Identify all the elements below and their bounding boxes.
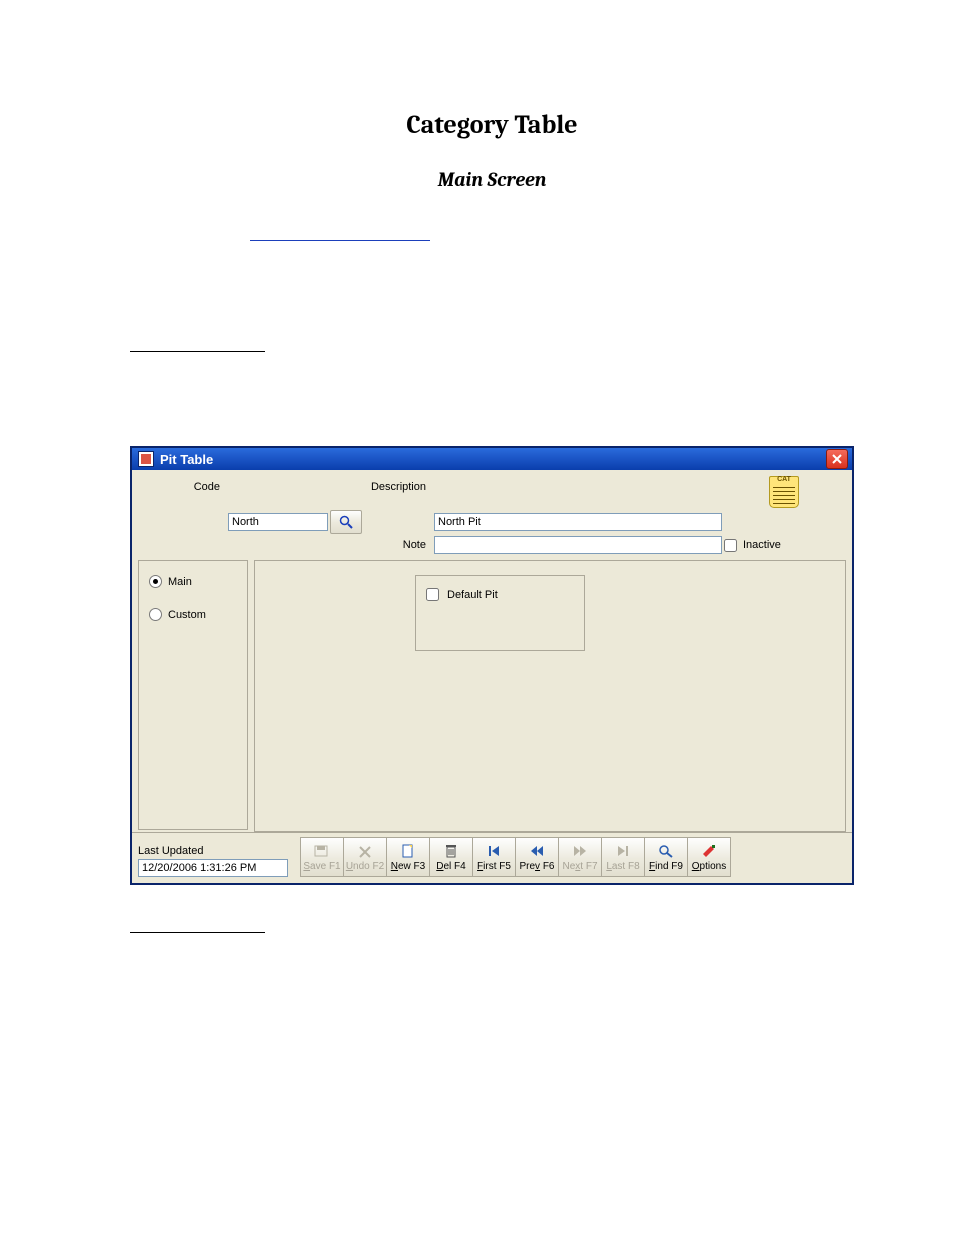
pit-table-window: Pit Table Code Description: [131, 447, 853, 884]
undo-icon: [357, 843, 373, 859]
prev-icon: [529, 843, 545, 859]
default-pit-group: Default Pit: [415, 575, 585, 651]
app-icon: [138, 451, 154, 467]
first-button[interactable]: First F5: [472, 837, 516, 877]
toolbar-button-label: Del F4: [436, 861, 465, 872]
last-button: Last F8: [601, 837, 645, 877]
tab-content: Default Pit: [254, 560, 846, 832]
find-button[interactable]: Find F9: [644, 837, 688, 877]
radio-icon: [149, 608, 162, 621]
next-button: Next F7: [558, 837, 602, 877]
toolbar: Save F1 Undo F2 New F3 Del F4 First F5 Prev F…: [300, 837, 731, 877]
prev-button[interactable]: Prev F6: [515, 837, 559, 877]
radio-icon: [149, 575, 162, 588]
tab-main[interactable]: Main: [149, 575, 237, 588]
page-title: Category Table: [130, 110, 854, 140]
tab-main-label: Main: [168, 576, 192, 588]
tab-list: Main Custom: [138, 560, 248, 830]
toolbar-button-label: Undo F2: [346, 861, 384, 872]
description-label: Description: [368, 481, 432, 493]
top-form: Code Description Note: [132, 470, 852, 558]
toolbar-button-label: Next F7: [562, 861, 597, 872]
titlebar: Pit Table: [132, 448, 852, 470]
last-icon: [615, 843, 631, 859]
code-lookup-button[interactable]: [330, 510, 362, 534]
section-divider: [130, 339, 854, 357]
del-button[interactable]: Del F4: [429, 837, 473, 877]
bottom-bar: Last Updated Save F1 Undo F2 New F3 Del F4 F…: [132, 832, 852, 883]
toolbar-button-label: Find F9: [649, 861, 683, 872]
save-icon: [314, 843, 330, 859]
cat-notepad-icon[interactable]: [769, 476, 799, 508]
toolbar-button-label: Last F8: [606, 861, 639, 872]
window-title: Pit Table: [160, 452, 213, 467]
undo-button: Undo F2: [343, 837, 387, 877]
tab-custom[interactable]: Custom: [149, 608, 237, 621]
document-page: Category Table Main Screen Pit Table Cod…: [0, 0, 954, 1235]
toolbar-button-label: New F3: [391, 861, 425, 872]
note-input[interactable]: [434, 536, 722, 554]
options-icon: [701, 843, 717, 859]
note-label: Note: [368, 539, 432, 551]
options-button[interactable]: Options: [687, 837, 731, 877]
hyperlink-placeholder[interactable]: [250, 231, 854, 249]
new-button[interactable]: New F3: [386, 837, 430, 877]
section-divider: [130, 920, 854, 938]
inactive-label: Inactive: [743, 539, 781, 551]
middle-area: Main Custom Default Pit: [138, 560, 846, 830]
default-pit-checkbox[interactable]: [426, 588, 439, 601]
save-button: Save F1: [300, 837, 344, 877]
last-updated-label: Last Updated: [138, 845, 288, 857]
toolbar-button-label: Prev F6: [519, 861, 554, 872]
tab-custom-label: Custom: [168, 609, 206, 621]
next-icon: [572, 843, 588, 859]
magnifier-icon: [339, 515, 353, 529]
code-input[interactable]: [228, 513, 328, 531]
close-icon: [832, 454, 842, 464]
toolbar-button-label: Options: [692, 861, 726, 872]
inactive-checkbox[interactable]: [724, 539, 737, 552]
code-label: Code: [140, 481, 226, 493]
toolbar-button-label: First F5: [477, 861, 511, 872]
default-pit-label: Default Pit: [447, 589, 498, 601]
new-icon: [400, 843, 416, 859]
client-area: Code Description Note: [132, 470, 852, 883]
last-updated-value: [138, 859, 288, 877]
delete-icon: [443, 843, 459, 859]
page-subtitle: Main Screen: [130, 168, 854, 191]
description-input[interactable]: [434, 513, 722, 531]
first-icon: [486, 843, 502, 859]
find-icon: [658, 843, 674, 859]
close-button[interactable]: [826, 449, 848, 469]
toolbar-button-label: Save F1: [303, 861, 340, 872]
